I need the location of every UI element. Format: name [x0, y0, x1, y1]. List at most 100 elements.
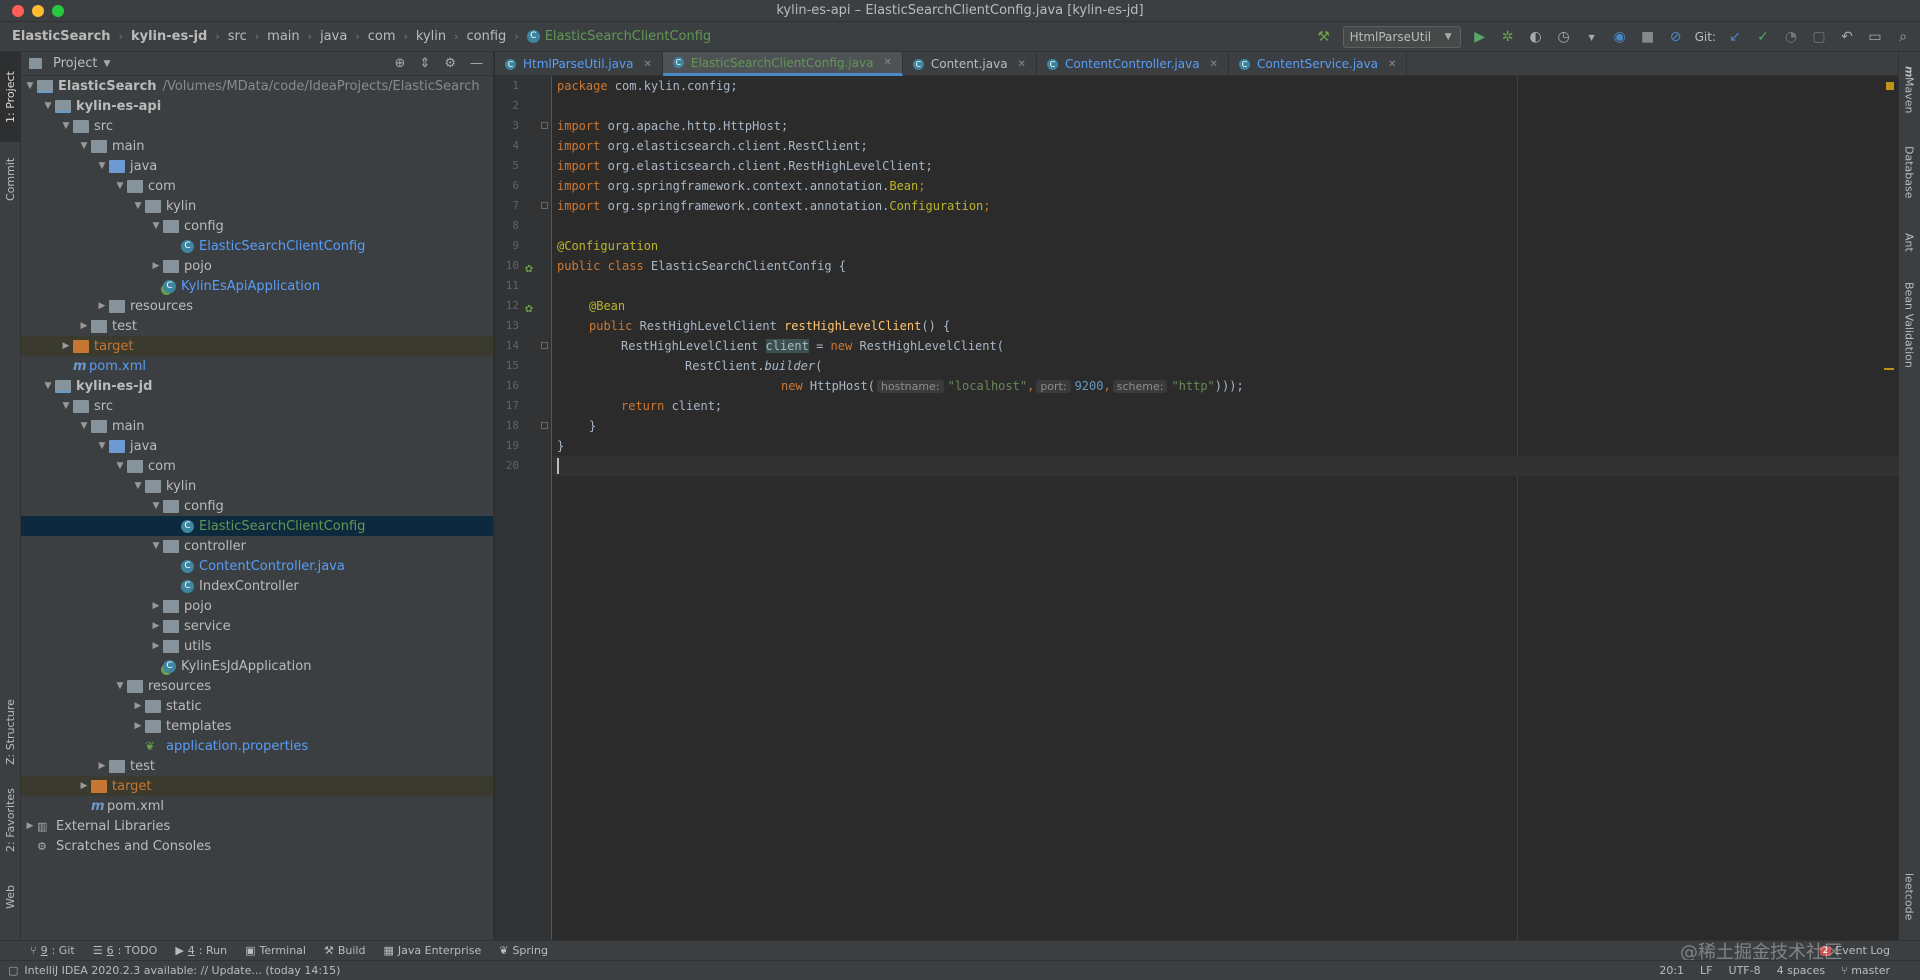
tree-node[interactable]: C IndexController: [21, 576, 493, 596]
tool-java-enterprise[interactable]: ▦ Java Enterprise: [383, 944, 481, 957]
project-panel-title[interactable]: Project: [53, 56, 97, 71]
tool-terminal[interactable]: ▣ Terminal: [245, 944, 306, 957]
collapsed-arrow-icon[interactable]: ▶: [95, 761, 109, 771]
tree-node[interactable]: ▼ config: [21, 496, 493, 516]
tree-node[interactable]: ▶ test: [21, 316, 493, 336]
close-icon[interactable]: ✕: [1210, 59, 1218, 70]
expanded-arrow-icon[interactable]: ▼: [113, 181, 127, 191]
file-encoding[interactable]: UTF-8: [1729, 964, 1761, 977]
git-update-icon[interactable]: ↙: [1726, 28, 1744, 46]
tree-node[interactable]: ▼ config: [21, 216, 493, 236]
fold-marker[interactable]: [541, 422, 548, 429]
debug-icon[interactable]: ✲: [1499, 28, 1517, 46]
tree-node[interactable]: ▼ main: [21, 136, 493, 156]
stop-icon[interactable]: ■: [1639, 28, 1657, 46]
tab-elasticsearchclientconfig[interactable]: C ElasticSearchClientConfig.java ✕: [662, 52, 903, 76]
collapsed-arrow-icon[interactable]: ▶: [23, 821, 37, 831]
tree-node[interactable]: ▼ src: [21, 396, 493, 416]
status-message[interactable]: IntelliJ IDEA 2020.2.3 available: // Upd…: [24, 964, 340, 977]
expanded-arrow-icon[interactable]: ▼: [59, 401, 73, 411]
expanded-arrow-icon[interactable]: ▼: [149, 501, 163, 511]
caret-position[interactable]: 20:1: [1659, 964, 1684, 977]
git-history-icon[interactable]: ◔: [1782, 28, 1800, 46]
tree-node[interactable]: ❦ application.properties: [21, 736, 493, 756]
editor-gutter[interactable]: 1 2 3 4 5 6 7 8 9 10 11 12 13 14 15 16 1…: [495, 76, 552, 940]
tab-ant[interactable]: Ant: [1898, 222, 1920, 262]
update-icon[interactable]: ◉: [1611, 28, 1629, 46]
spring-bean-gutter-icon[interactable]: ✿: [523, 264, 535, 276]
expanded-arrow-icon[interactable]: ▼: [59, 121, 73, 131]
tree-node[interactable]: ▶ ▥ External Libraries: [21, 816, 493, 836]
toggle-tool-windows-icon[interactable]: ▢: [8, 964, 18, 977]
tree-node[interactable]: ▶ test: [21, 756, 493, 776]
tree-node[interactable]: ▼ kylin: [21, 476, 493, 496]
expanded-arrow-icon[interactable]: ▼: [149, 221, 163, 231]
profile-icon[interactable]: ◷: [1555, 28, 1573, 46]
tab-bean-validation[interactable]: Bean Validation: [1898, 270, 1920, 380]
breadcrumb-item[interactable]: main: [267, 29, 299, 44]
git-commit-icon[interactable]: ✓: [1754, 28, 1772, 46]
code-editor[interactable]: package com.kylin.config; import org.apa…: [553, 76, 1898, 940]
fold-marker[interactable]: [541, 342, 548, 349]
tab-maven[interactable]: m Maven: [1898, 60, 1920, 120]
tool-git[interactable]: ⑂ 9: Git: [30, 944, 75, 957]
minimize-window-button[interactable]: [32, 5, 44, 17]
inspection-status-icon[interactable]: [1886, 82, 1894, 90]
tree-node[interactable]: C KylinEsApiApplication: [21, 276, 493, 296]
collapsed-arrow-icon[interactable]: ▶: [131, 721, 145, 731]
breadcrumb-item[interactable]: src: [228, 29, 247, 44]
breadcrumb-item[interactable]: ElasticSearch: [12, 29, 111, 44]
coverage-icon[interactable]: ◐: [1527, 28, 1545, 46]
indent-setting[interactable]: 4 spaces: [1777, 964, 1826, 977]
expanded-arrow-icon[interactable]: ▼: [41, 381, 55, 391]
expanded-arrow-icon[interactable]: ▼: [131, 481, 145, 491]
search-icon[interactable]: ⌕: [1894, 28, 1912, 46]
tool-run[interactable]: ▶ 4: Run: [175, 944, 227, 957]
tree-node[interactable]: ▼ kylin-es-api: [21, 96, 493, 116]
tab-project[interactable]: 1: Project: [0, 52, 21, 142]
expanded-arrow-icon[interactable]: ▼: [131, 201, 145, 211]
compass-icon[interactable]: ⊘: [1667, 28, 1685, 46]
fold-marker[interactable]: [541, 122, 548, 129]
tree-node[interactable]: ▶ templates: [21, 716, 493, 736]
tree-node[interactable]: ▼ controller: [21, 536, 493, 556]
breadcrumb-item[interactable]: ElasticSearchClientConfig: [545, 29, 711, 44]
breadcrumb-item[interactable]: com: [368, 29, 396, 44]
collapsed-arrow-icon[interactable]: ▶: [95, 301, 109, 311]
tab-favorites[interactable]: 2: Favorites: [0, 780, 21, 860]
close-icon[interactable]: ✕: [1388, 59, 1396, 70]
expanded-arrow-icon[interactable]: ▼: [113, 681, 127, 691]
collapsed-arrow-icon[interactable]: ▶: [149, 621, 163, 631]
close-icon[interactable]: ✕: [883, 57, 891, 68]
expanded-arrow-icon[interactable]: ▼: [41, 101, 55, 111]
close-window-button[interactable]: [12, 5, 24, 17]
layout-icon[interactable]: ▭: [1866, 28, 1884, 46]
tree-node[interactable]: ▶ pojo: [21, 256, 493, 276]
breadcrumb-item[interactable]: kylin-es-jd: [131, 29, 207, 44]
expanded-arrow-icon[interactable]: ▼: [149, 541, 163, 551]
tree-node[interactable]: ▼ kylin: [21, 196, 493, 216]
run-icon[interactable]: ▶: [1471, 28, 1489, 46]
git-compare-icon[interactable]: ▢: [1810, 28, 1828, 46]
tree-node-selected[interactable]: C ElasticSearchClientConfig: [21, 516, 493, 536]
tree-node[interactable]: ▶ static: [21, 696, 493, 716]
breadcrumb-item[interactable]: java: [320, 29, 347, 44]
chevron-down-icon[interactable]: ▼: [103, 59, 110, 69]
tree-node[interactable]: ▶ target: [21, 336, 493, 356]
rollback-icon[interactable]: ↶: [1838, 28, 1856, 46]
tool-todo[interactable]: ☰ 6: TODO: [93, 944, 158, 957]
warning-stripe-marker[interactable]: [1884, 368, 1894, 370]
tree-node[interactable]: C KylinEsJdApplication: [21, 656, 493, 676]
hammer-build-icon[interactable]: ⚒: [1315, 28, 1333, 46]
tree-node[interactable]: ▶ utils: [21, 636, 493, 656]
line-separator[interactable]: LF: [1700, 964, 1712, 977]
tab-htmlparseutil[interactable]: C HtmlParseUtil.java ✕: [495, 52, 663, 76]
tree-node[interactable]: ▼ main: [21, 416, 493, 436]
locate-icon[interactable]: ⊕: [395, 56, 406, 71]
tab-database[interactable]: Database: [1898, 132, 1920, 212]
hide-panel-icon[interactable]: —: [470, 56, 483, 71]
spring-bean-gutter-icon[interactable]: ✿: [523, 304, 535, 316]
expanded-arrow-icon[interactable]: ▼: [77, 421, 91, 431]
tree-node[interactable]: m pom.xml: [21, 796, 493, 816]
collapsed-arrow-icon[interactable]: ▶: [149, 261, 163, 271]
